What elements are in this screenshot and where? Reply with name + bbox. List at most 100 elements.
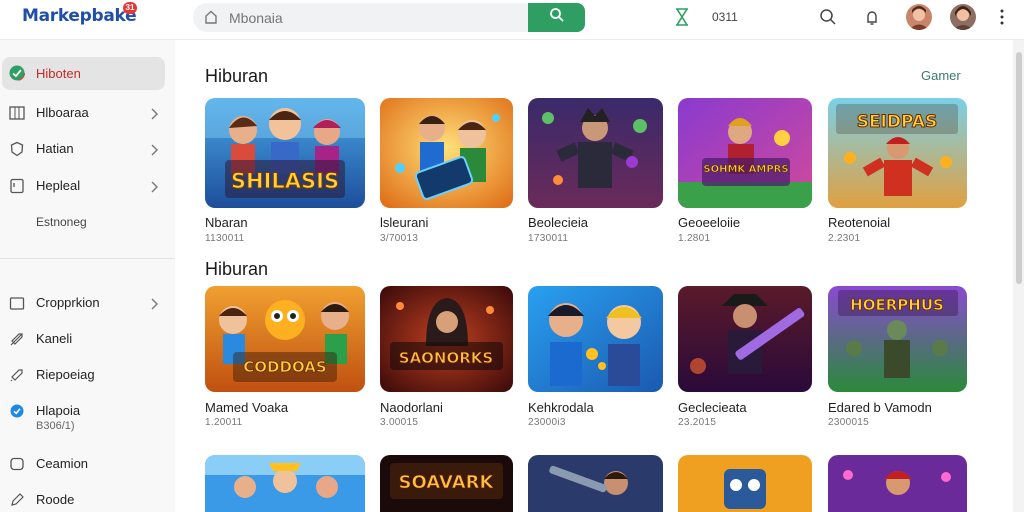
sidebar-item-label: Hlboaraa [36, 105, 89, 120]
home-icon [203, 9, 219, 25]
sidebar-item-ceamion[interactable]: Ceamion [0, 449, 175, 479]
sidebar-item-cropprkion[interactable]: Cropprkion [0, 288, 175, 318]
tag-icon [9, 331, 25, 347]
hourglass-icon[interactable] [674, 8, 690, 26]
active-highlight [2, 57, 165, 90]
more-options-icon[interactable] [996, 8, 1008, 26]
thumbnail-title: SAONORKS [399, 349, 493, 367]
sidebar-item-hlboaraa[interactable]: Hlboaraa [0, 98, 175, 128]
sidebar-item-label: Estnoneg [36, 215, 87, 229]
sidebar-item-hlapoia[interactable]: Hlapoia B306/1) [0, 396, 175, 438]
app-logo[interactable]: Markepbake [22, 6, 137, 26]
sidebar-item-kaneli[interactable]: Kaneli [0, 324, 175, 354]
card-subtitle: 1130011 [205, 233, 245, 244]
shield-check-icon [9, 65, 25, 81]
sidebar-divider [0, 258, 175, 259]
thumbnail-title: CODDOAS [243, 358, 326, 376]
sidebar-item-label: Hiboten [36, 66, 81, 81]
folder-icon [9, 295, 25, 311]
sidebar-item-label: Kaneli [36, 331, 73, 346]
card-title: Geclecieata [678, 400, 747, 415]
sidebar-item-label: Ceamion [36, 456, 89, 471]
notification-badge: 31 [123, 2, 137, 14]
card-title: Geoeeloiie [678, 215, 741, 230]
sidebar-item-label: Riepoeiag [36, 367, 95, 382]
card-subtitle: 1730011 [528, 233, 569, 244]
game-thumbnail [528, 286, 663, 392]
card-subtitle: 23.2015 [678, 417, 717, 428]
card-title: lsleurani [380, 215, 429, 230]
card-title: Reotenoial [828, 215, 891, 230]
search-button[interactable] [528, 3, 585, 32]
search-input[interactable] [229, 7, 509, 28]
sidebar-item-label: Cropprkion [36, 295, 100, 310]
thumbnail-title: SOAVARK [399, 472, 495, 493]
game-thumbnail: SOHMK AMPRS [678, 98, 812, 208]
game-thumbnail [828, 455, 967, 512]
game-thumbnail [678, 286, 812, 392]
game-thumbnail [205, 455, 365, 512]
chevron-right-icon [150, 180, 159, 193]
game-thumbnail: SHILASIS [205, 98, 365, 208]
section-title: Hiburan [205, 66, 269, 86]
game-thumbnail [528, 455, 663, 512]
sidebar-item-label: Roode [36, 492, 75, 507]
grid-icon [9, 105, 25, 121]
game-thumbnail: SOAVARK [380, 455, 513, 512]
game-thumbnail [380, 98, 513, 208]
card-subtitle: 2300015 [828, 417, 870, 428]
blue-check-icon [9, 403, 25, 419]
sidebar-item-hiboten[interactable]: Hiboten [0, 57, 175, 90]
card-subtitle: 23000i3 [528, 417, 566, 428]
card-subtitle: 3.00015 [380, 417, 419, 428]
bell-icon[interactable] [862, 7, 882, 27]
sidebar-item-label: Hepleal [36, 178, 81, 193]
avatar[interactable] [906, 4, 932, 30]
game-thumbnail: SEIDPAS [828, 98, 967, 208]
section-title: Hiburan [205, 259, 269, 279]
chevron-right-icon [150, 107, 159, 120]
sidebar-item-label: Hlapoia [36, 403, 81, 418]
card-subtitle: 2.2301 [828, 233, 861, 244]
see-all-link[interactable]: Gamer [921, 68, 961, 83]
thumbnail-title: SOHMK AMPRS [703, 164, 788, 175]
chevron-right-icon [150, 297, 159, 310]
chevron-right-icon [150, 143, 159, 156]
thumbnail-title: SEIDPAS [857, 112, 938, 132]
tag-icon [9, 367, 25, 383]
thumbnail-title: HOERPHUS [850, 296, 944, 314]
top-bar: Markepbake 31 0311 [0, 0, 1024, 40]
card-title: Edared b Vamodn [828, 400, 932, 415]
chat-icon [9, 456, 25, 472]
search-icon [549, 7, 565, 28]
sidebar-item-hatian[interactable]: Hatian [0, 134, 175, 164]
game-thumbnail [528, 98, 663, 208]
card-title: Naodorlani [380, 400, 443, 415]
game-thumbnail: CODDOAS [205, 286, 365, 392]
card-subtitle: 3/70013 [380, 233, 419, 244]
sidebar-item-roode[interactable]: Roode [0, 485, 175, 512]
card-title: Nbaran [205, 215, 248, 230]
sidebar-item-riepoeiag[interactable]: Riepoeiag [0, 360, 175, 390]
search-bar [193, 3, 529, 32]
avatar[interactable] [950, 4, 976, 30]
card-title: Beolecieia [528, 215, 588, 230]
counter-text: 0311 [712, 10, 738, 24]
game-thumbnail: SAONORKS [380, 286, 513, 392]
game-thumbnail: HOERPHUS [828, 286, 967, 392]
card-subtitle: 1.2801 [678, 233, 711, 244]
sidebar-item-estnoneg[interactable]: Estnoneg [0, 208, 175, 238]
thumbnail-title: SHILASIS [231, 169, 339, 193]
sidebar-item-sublabel: B306/1) [36, 420, 75, 432]
card-title: Kehkrodala [528, 400, 594, 415]
search-icon[interactable] [818, 7, 838, 27]
pencil-icon [9, 492, 25, 508]
badge-icon [9, 141, 25, 157]
card-subtitle: 1.20011 [205, 417, 243, 428]
game-thumbnail [678, 455, 812, 512]
scrollbar-thumb[interactable] [1016, 52, 1022, 284]
sidebar-item-hepleal[interactable]: Hepleal [0, 171, 175, 201]
sidebar: Hiboten Hlboaraa Hatian Hepleal Estnoneg… [0, 40, 175, 512]
sidebar-item-label: Hatian [36, 141, 74, 156]
bookmark-icon [9, 178, 25, 194]
